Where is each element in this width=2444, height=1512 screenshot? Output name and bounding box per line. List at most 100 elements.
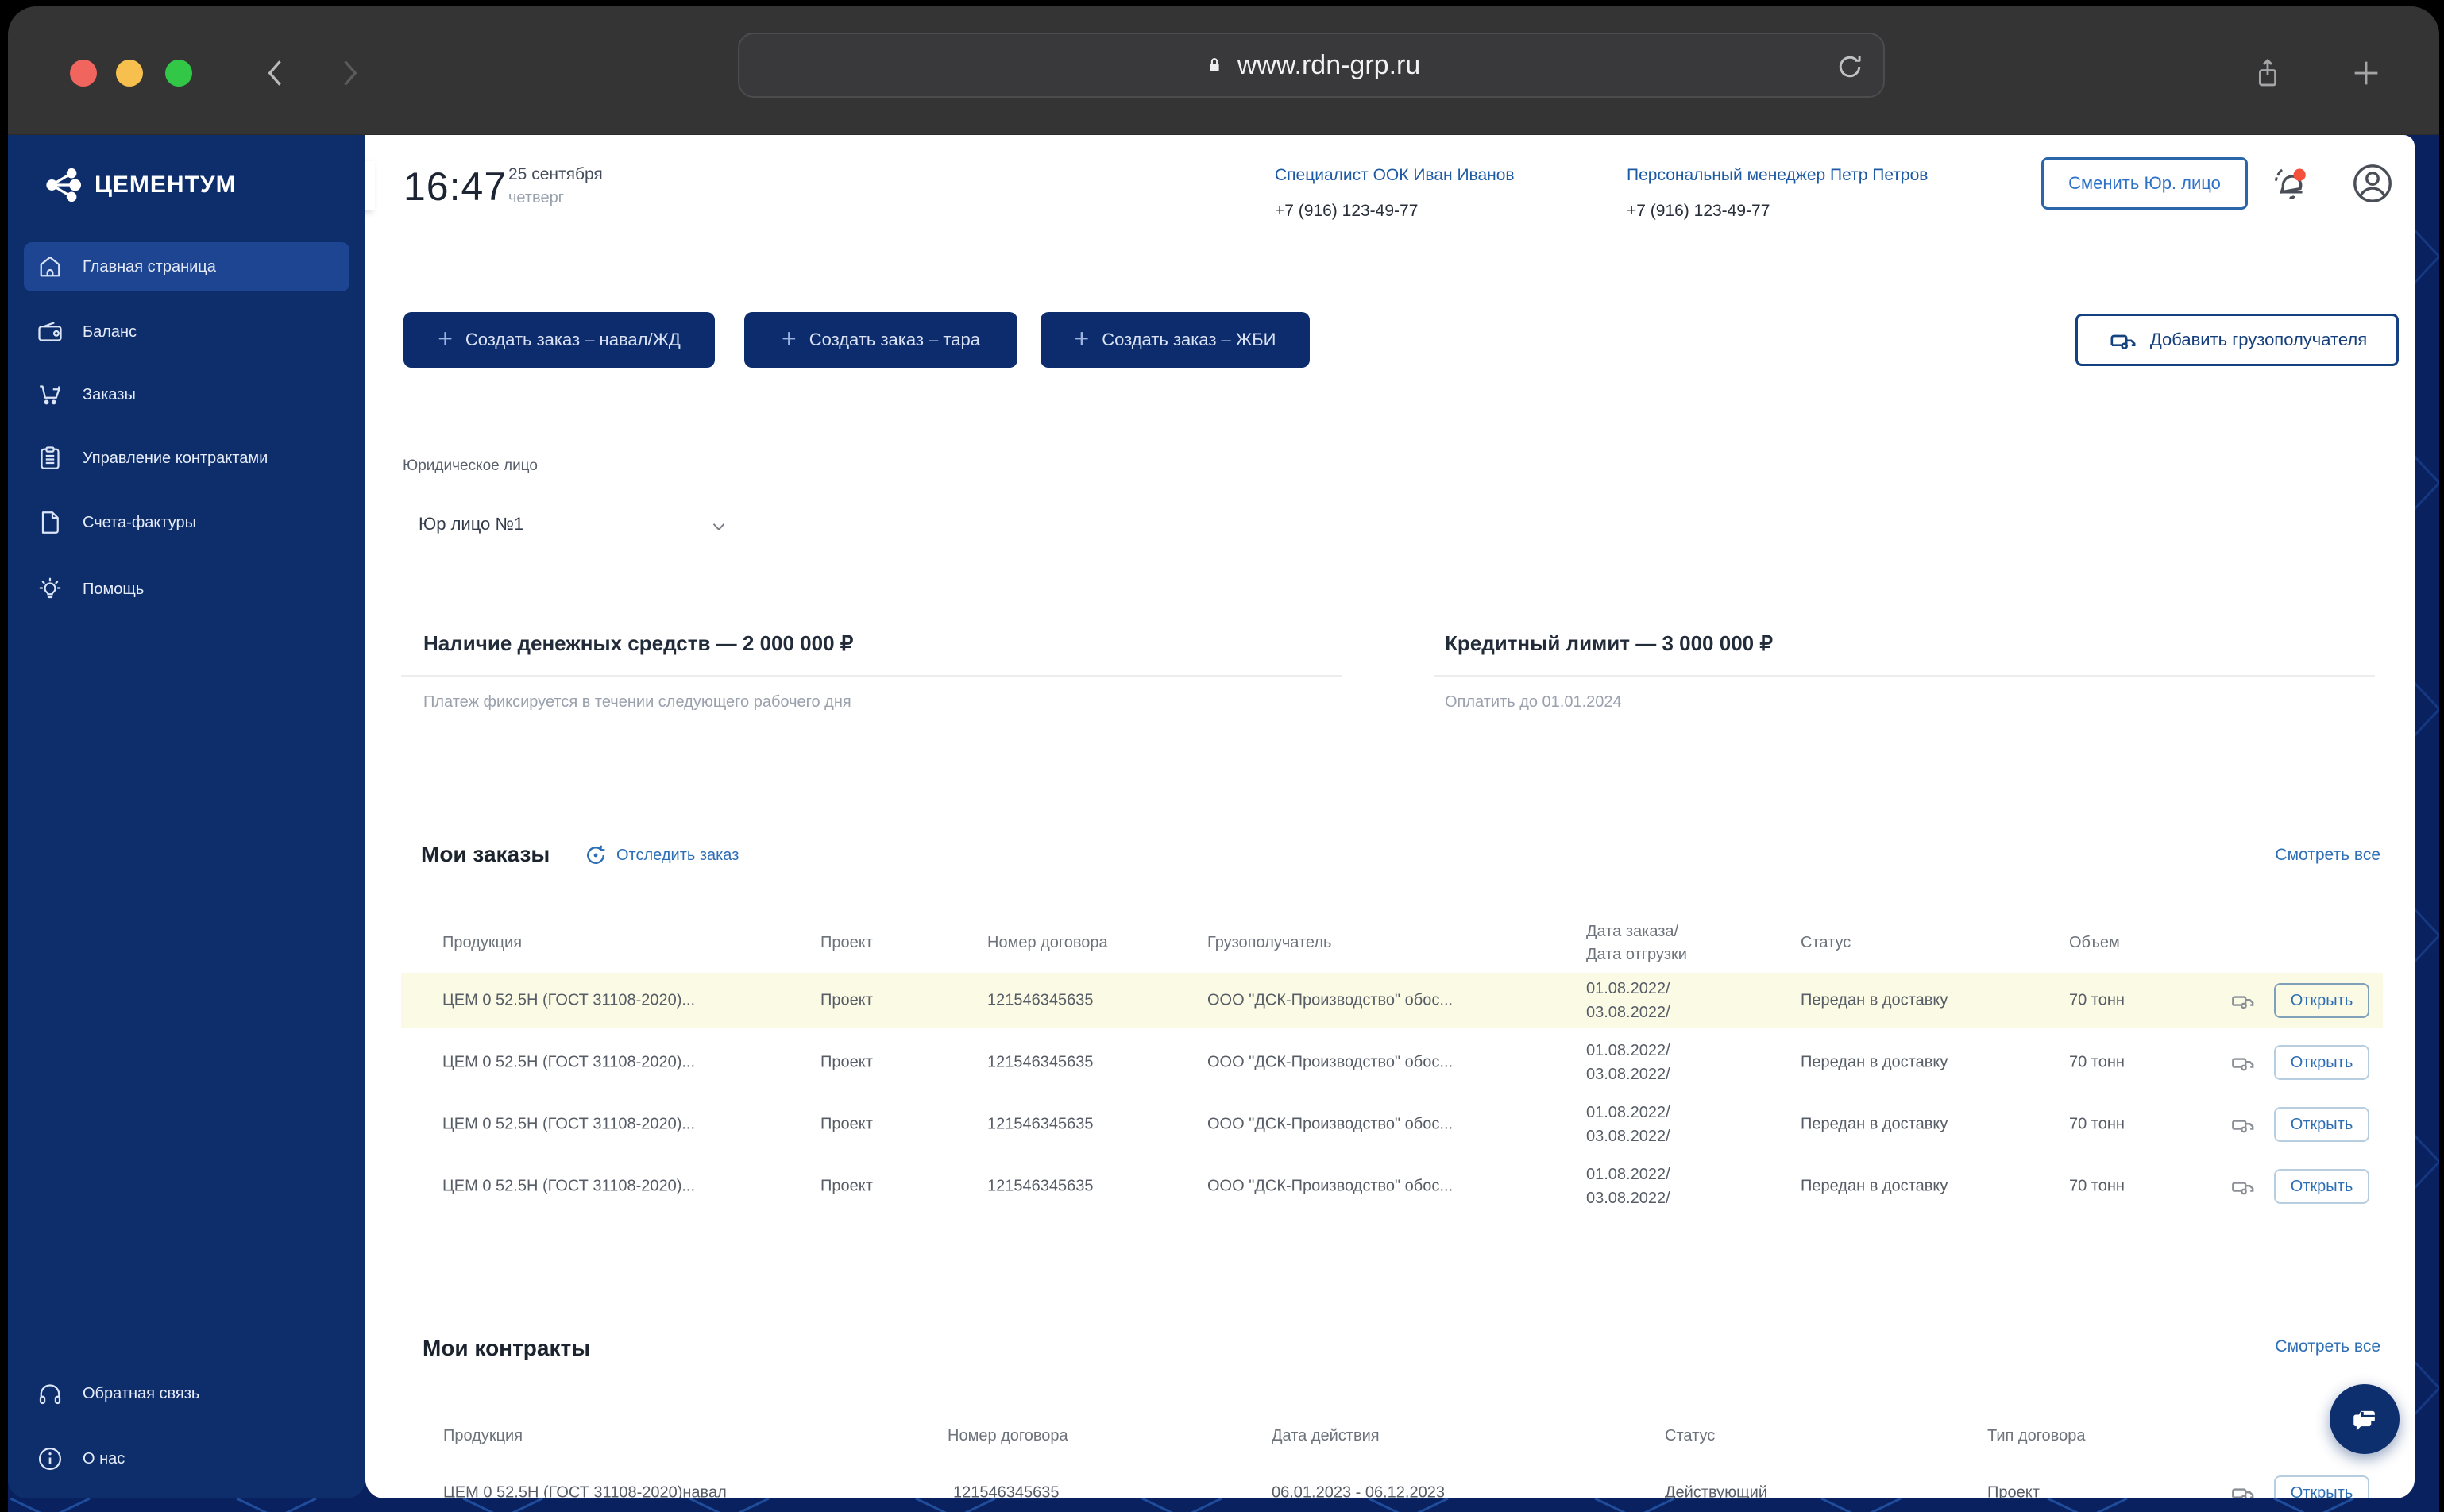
plus-icon: + bbox=[1074, 323, 1090, 353]
delivery-truck-icon[interactable] bbox=[2228, 1171, 2258, 1202]
contract-cell: 121546345635 bbox=[953, 1483, 1060, 1499]
sidebar-item-file[interactable]: Счета-фактуры bbox=[24, 498, 349, 547]
account-icon[interactable] bbox=[2349, 160, 2396, 206]
order-cell: 121546345635 bbox=[987, 991, 1094, 1009]
order-row: ЦЕМ 0 52.5Н (ГОСТ 31108-2020)... Проект 12… bbox=[401, 1035, 2383, 1090]
sidebar-item-label: Главная страница bbox=[83, 257, 216, 276]
date: 25 сентября bbox=[508, 165, 603, 183]
sidebar-item-label: Счета-фактуры bbox=[83, 513, 197, 531]
sidebar-item-label: О нас bbox=[83, 1449, 125, 1468]
contract-cell: Проект bbox=[1987, 1483, 2040, 1499]
sidebar-item-wallet[interactable]: Баланс bbox=[24, 307, 349, 357]
order-row: ЦЕМ 0 52.5Н (ГОСТ 31108-2020)... Проект 12… bbox=[401, 973, 2383, 1028]
notifications-bell-icon[interactable] bbox=[2268, 162, 2311, 205]
divider bbox=[1434, 675, 2375, 677]
sidebar-item-cart[interactable]: Заказы bbox=[24, 370, 349, 419]
sidebar-item-info[interactable]: О нас bbox=[24, 1434, 349, 1483]
back-button[interactable] bbox=[258, 56, 293, 91]
sidebar-item-label: Помощь bbox=[83, 580, 145, 598]
order-cell: 70 тонн bbox=[2069, 1053, 2125, 1071]
column-header: Статус bbox=[1801, 934, 1851, 951]
order-dates: 01.08.2022/03.08.2022/ bbox=[1586, 1104, 1670, 1145]
chat-fab-button[interactable] bbox=[2330, 1384, 2400, 1454]
order-cell: Проект bbox=[820, 1053, 873, 1071]
delivery-truck-icon[interactable] bbox=[2228, 1109, 2258, 1140]
open-order-button[interactable]: Открыть bbox=[2274, 1045, 2369, 1080]
delivery-truck-icon[interactable] bbox=[2228, 1478, 2258, 1498]
sidebar-item-headphones[interactable]: Обратная связь bbox=[24, 1369, 349, 1418]
main-content: 16:47 25 сентября четверг Специалист ООК… bbox=[365, 135, 2415, 1498]
chevron-down-icon[interactable] bbox=[708, 516, 729, 537]
orders-see-all-link[interactable]: Смотреть все bbox=[2275, 846, 2380, 865]
sidebar-item-label: Управление контрактами bbox=[83, 449, 268, 467]
url-bar[interactable]: www.rdn-grp.ru bbox=[738, 33, 1885, 98]
lock-icon bbox=[1210, 58, 1219, 71]
close-window-button[interactable] bbox=[70, 60, 97, 87]
track-order-icon[interactable] bbox=[581, 841, 610, 870]
logo-icon bbox=[46, 168, 82, 202]
order-cell: ООО "ДСК-Производство" обос... bbox=[1207, 1177, 1454, 1195]
delivery-truck-icon[interactable] bbox=[2228, 1047, 2258, 1078]
open-contract-button[interactable]: Открыть bbox=[2274, 1475, 2369, 1498]
orders-title: Мои заказы bbox=[421, 842, 550, 866]
entity-select[interactable]: Юр лицо №1 bbox=[419, 514, 523, 534]
info-icon bbox=[36, 1444, 64, 1473]
minimize-window-button[interactable] bbox=[116, 60, 143, 87]
change-entity-button[interactable]: Сменить Юр. лицо bbox=[2041, 157, 2248, 210]
sidebar-item-clipboard[interactable]: Управление контрактами bbox=[24, 434, 349, 483]
contracts-see-all-link[interactable]: Смотреть все bbox=[2275, 1337, 2380, 1356]
open-order-button[interactable]: Открыть bbox=[2274, 1169, 2369, 1204]
order-cell: 70 тонн bbox=[2069, 991, 2125, 1009]
order-cell: Передан в доставку bbox=[1801, 1177, 1948, 1195]
zoom-window-button[interactable] bbox=[165, 60, 192, 87]
column-header: Продукция bbox=[443, 1427, 523, 1444]
add-consignee-button[interactable]: Добавить грузополучателя bbox=[2075, 314, 2399, 366]
sidebar-item-bulb[interactable]: Помощь bbox=[24, 565, 349, 614]
share-button[interactable] bbox=[2249, 55, 2286, 91]
credit-note: Оплатить до 01.01.2024 bbox=[1445, 693, 1622, 711]
wallet-icon bbox=[36, 318, 64, 346]
create-order-bulk-button[interactable]: + Создать заказ – навал/ЖД bbox=[403, 312, 715, 368]
create-order-tare-button[interactable]: + Создать заказ – тара bbox=[744, 312, 1017, 368]
order-cell: ЦЕМ 0 52.5Н (ГОСТ 31108-2020)... bbox=[442, 1053, 696, 1071]
bulb-icon bbox=[36, 575, 64, 604]
footer-pattern bbox=[10, 1498, 2354, 1512]
track-order-link[interactable]: Отследить заказ bbox=[616, 847, 739, 865]
cash-block: Наличие денежных средств — 2 000 000 ₽ П… bbox=[401, 631, 1342, 711]
contract-cell: Действующий bbox=[1665, 1483, 1767, 1499]
delivery-truck-icon[interactable] bbox=[2228, 986, 2258, 1016]
chevron-left-icon bbox=[365, 178, 367, 194]
sidebar: ЦЕМЕНТУМ Главная страница Баланс Заказы Упр… bbox=[8, 135, 365, 1498]
column-header: Номер договора bbox=[987, 934, 1108, 951]
column-header: Дата действия bbox=[1272, 1427, 1380, 1444]
order-cell: Проект bbox=[820, 991, 873, 1009]
order-cell: 121546345635 bbox=[987, 1115, 1094, 1133]
order-dates: 01.08.2022/03.08.2022/ bbox=[1586, 1042, 1670, 1083]
collapse-sidebar-button[interactable] bbox=[365, 161, 375, 210]
open-order-button[interactable]: Открыть bbox=[2274, 983, 2369, 1018]
plus-icon: + bbox=[782, 323, 797, 353]
credit-title: Кредитный лимит — 3 000 000 ₽ bbox=[1445, 631, 1773, 655]
app-viewport: ЦЕМЕНТУМ Главная страница Баланс Заказы Упр… bbox=[8, 135, 2439, 1512]
sidebar-item-home[interactable]: Главная страница bbox=[24, 242, 349, 291]
url-text: www.rdn-grp.ru bbox=[1237, 49, 1421, 80]
order-cell: Передан в доставку bbox=[1801, 1115, 1948, 1133]
order-cell: Передан в доставку bbox=[1801, 1053, 1948, 1071]
create-order-zhbi-button[interactable]: + Создать заказ – ЖБИ bbox=[1041, 312, 1310, 368]
order-cell: ООО "ДСК-Производство" обос... bbox=[1207, 1115, 1454, 1133]
open-order-button[interactable]: Открыть bbox=[2274, 1107, 2369, 1142]
weekday: четверг bbox=[508, 189, 564, 206]
specialist-name: Специалист ООК Иван Иванов bbox=[1275, 166, 1515, 184]
reload-button[interactable] bbox=[1832, 49, 1867, 84]
new-tab-button[interactable] bbox=[2348, 55, 2384, 91]
forward-button[interactable] bbox=[332, 56, 367, 91]
headphones-icon bbox=[36, 1379, 64, 1408]
specialist-phone: +7 (916) 123-49-77 bbox=[1275, 202, 1419, 220]
order-cell: ЦЕМ 0 52.5Н (ГОСТ 31108-2020)... bbox=[442, 991, 696, 1009]
clock-time: 16:47 bbox=[403, 164, 508, 209]
cart-icon bbox=[36, 380, 64, 409]
order-cell: Проект bbox=[820, 1177, 873, 1195]
column-header: Дата заказа/ bbox=[1586, 923, 1679, 940]
order-dates: 01.08.2022/03.08.2022/ bbox=[1586, 1166, 1670, 1207]
column-header: Объем bbox=[2069, 934, 2120, 951]
